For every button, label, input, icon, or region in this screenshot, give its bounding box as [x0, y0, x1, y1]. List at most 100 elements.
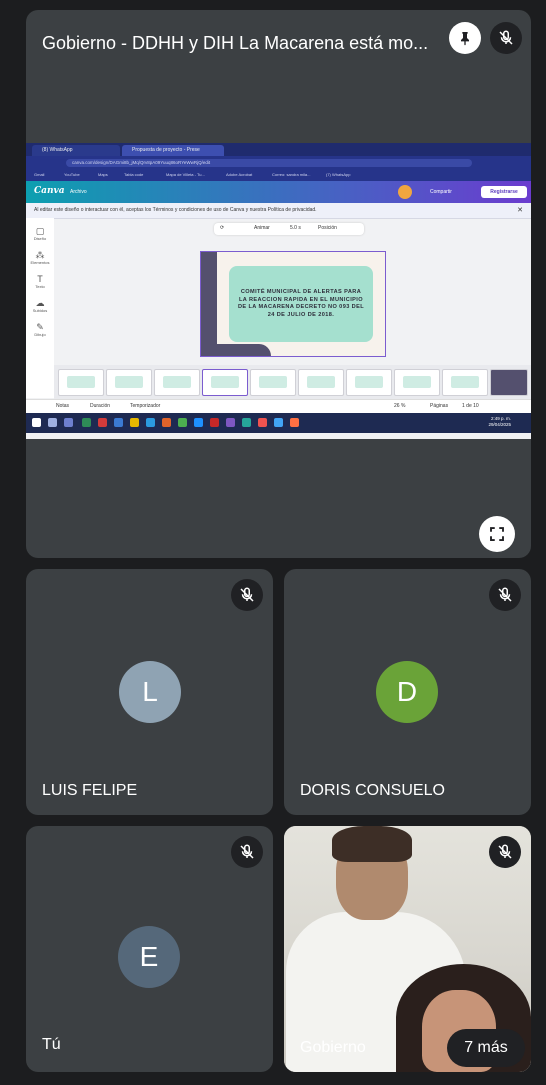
bookmark-item[interactable]: Mapa de Villeta - Tu...	[166, 172, 205, 177]
page-thumbnail[interactable]	[202, 369, 248, 396]
bookmarks-bar: Gmail YouTube Maps Tabla code Mapa de Vi…	[26, 170, 531, 181]
task-view-icon[interactable]	[64, 418, 73, 427]
app-icon[interactable]	[162, 418, 171, 427]
close-icon[interactable]: ✕	[517, 206, 523, 214]
page-thumbnail[interactable]	[298, 369, 344, 396]
page-thumbnail[interactable]	[106, 369, 152, 396]
bookmark-item[interactable]: Gmail	[34, 172, 44, 177]
search-icon[interactable]	[48, 418, 57, 427]
refresh-icon[interactable]: ⟳	[220, 225, 224, 231]
app-icon[interactable]	[226, 418, 235, 427]
app-icon[interactable]	[114, 418, 123, 427]
bookmark-item[interactable]: Adobe Acrobat	[226, 172, 252, 177]
avatar: E	[118, 926, 180, 988]
windows-taskbar: 2:49 p. m. 29/04/2025	[26, 413, 531, 433]
start-icon[interactable]	[32, 418, 41, 427]
page-thumbnail[interactable]	[490, 369, 528, 396]
mic-off-icon	[489, 836, 521, 868]
rail-item-elements[interactable]: ⁂ Elementos	[28, 250, 52, 265]
presentation-tile[interactable]: Gobierno - DDHH y DIH La Macarena está m…	[26, 10, 531, 558]
app-icon[interactable]	[274, 418, 283, 427]
shared-screen: (8) WhatsApp Propuesta de proyecto - Pre…	[26, 143, 531, 439]
editor-toolbar: ⟳ Animar 5.0 s Posición	[214, 223, 364, 235]
register-button[interactable]: Registrarse	[481, 186, 527, 198]
bookmark-item[interactable]: Maps	[98, 172, 108, 177]
pages-button[interactable]: Páginas	[430, 403, 448, 409]
url-field[interactable]: canva.com/design/DAGmi8b_jMq/Qrv8pA09Yuu…	[66, 159, 472, 167]
browser-tab-bar: (8) WhatsApp Propuesta de proyecto - Pre…	[26, 143, 531, 156]
canva-header: Canva Archivo Compartir Registrarse	[26, 181, 531, 203]
design-icon: ▢	[35, 226, 45, 236]
page-thumbnail[interactable]	[58, 369, 104, 396]
browser-tab-canva[interactable]: Propuesta de proyecto - Prese	[122, 145, 224, 156]
notes-button[interactable]: Notas	[56, 403, 69, 409]
rail-label: Diseño	[33, 236, 47, 241]
participant-name: Gobierno	[300, 1039, 366, 1056]
rail-item-draw[interactable]: ✎ Dibujo	[28, 322, 52, 337]
app-icon[interactable]	[258, 418, 267, 427]
mic-off-icon	[231, 579, 263, 611]
timer-button[interactable]: Temporizador	[130, 403, 160, 409]
rail-item-design[interactable]: ▢ Diseño	[28, 226, 52, 241]
app-icon[interactable]	[178, 418, 187, 427]
app-icon[interactable]	[146, 418, 155, 427]
page-thumbnail[interactable]	[154, 369, 200, 396]
participant-tile-doris[interactable]: D DORIS CONSUELO	[284, 569, 531, 815]
elements-icon: ⁂	[35, 250, 45, 260]
duration-tab[interactable]: Duración	[90, 403, 110, 409]
rail-item-uploads[interactable]: ☁ Subidos	[28, 298, 52, 313]
page-thumbnail[interactable]	[346, 369, 392, 396]
position-button[interactable]: Posición	[318, 225, 337, 231]
clock-date: 29/04/2025	[488, 422, 511, 427]
bookmark-item[interactable]: YouTube	[64, 172, 80, 177]
page-thumbnail[interactable]	[394, 369, 440, 396]
pin-icon[interactable]	[449, 22, 481, 54]
canva-logo: Canva	[34, 186, 65, 196]
bookmark-item[interactable]: Tabla code	[124, 172, 143, 177]
more-participants-button[interactable]: 7 más	[447, 1029, 525, 1067]
mic-off-icon	[490, 22, 522, 54]
zoom-level[interactable]: 26 %	[394, 403, 405, 409]
avatar-initial: E	[139, 941, 159, 972]
rail-label: Elementos	[30, 260, 50, 265]
participant-name: Tú	[42, 1036, 61, 1053]
rail-item-text[interactable]: T Texto	[28, 274, 52, 289]
terms-notice: Al editar este diseño o interactuar con …	[26, 203, 531, 219]
app-icon[interactable]	[194, 418, 203, 427]
fullscreen-icon[interactable]	[479, 516, 515, 552]
participant-tile-gobierno[interactable]: Gobierno 7 más	[284, 826, 531, 1072]
page-thumbnail[interactable]	[250, 369, 296, 396]
app-icon[interactable]	[290, 418, 299, 427]
rail-label: Dibujo	[34, 332, 46, 337]
slide-canvas[interactable]: COMITÉ MUNICIPAL DE ALERTAS PARA LA REAC…	[200, 251, 386, 357]
canva-file-menu[interactable]: Archivo	[70, 189, 87, 195]
page-thumbnail[interactable]	[442, 369, 488, 396]
browser-tab-whatsapp[interactable]: (8) WhatsApp	[32, 145, 120, 156]
app-icon[interactable]	[82, 418, 91, 427]
video-person	[332, 826, 412, 862]
mic-off-icon	[489, 579, 521, 611]
rail-label: Subidos	[32, 308, 48, 313]
app-icon[interactable]	[210, 418, 219, 427]
share-button[interactable]: Compartir	[430, 189, 452, 195]
clock[interactable]: 2:49 p. m. 29/04/2025	[488, 416, 511, 428]
canva-footer: Notas Duración Temporizador 26 % Páginas…	[26, 399, 531, 414]
upload-icon: ☁	[35, 298, 45, 308]
participant-tile-luis[interactable]: L LUIS FELIPE	[26, 569, 273, 815]
slide-decoration	[201, 344, 271, 356]
slide-title: COMITÉ MUNICIPAL DE ALERTAS PARA LA REAC…	[237, 289, 365, 318]
animate-button[interactable]: Animar	[254, 225, 270, 231]
duration-button[interactable]: 5.0 s	[290, 225, 301, 231]
bookmark-item[interactable]: (7) WhatsApp	[326, 172, 350, 177]
app-icon[interactable]	[98, 418, 107, 427]
mic-off-icon	[231, 836, 263, 868]
text-icon: T	[37, 274, 43, 284]
canva-side-rail: ▢ Diseño ⁂ Elementos T Texto ☁ Subidos ✎ Dibu…	[26, 218, 54, 398]
app-icon[interactable]	[130, 418, 139, 427]
page-counter: 1 de 10	[462, 403, 479, 409]
participant-tile-self[interactable]: E Tú	[26, 826, 273, 1072]
bookmark-item[interactable]: Correo: sandra mila...	[272, 172, 310, 177]
avatar[interactable]	[398, 185, 412, 199]
avatar: L	[119, 661, 181, 723]
app-icon[interactable]	[242, 418, 251, 427]
